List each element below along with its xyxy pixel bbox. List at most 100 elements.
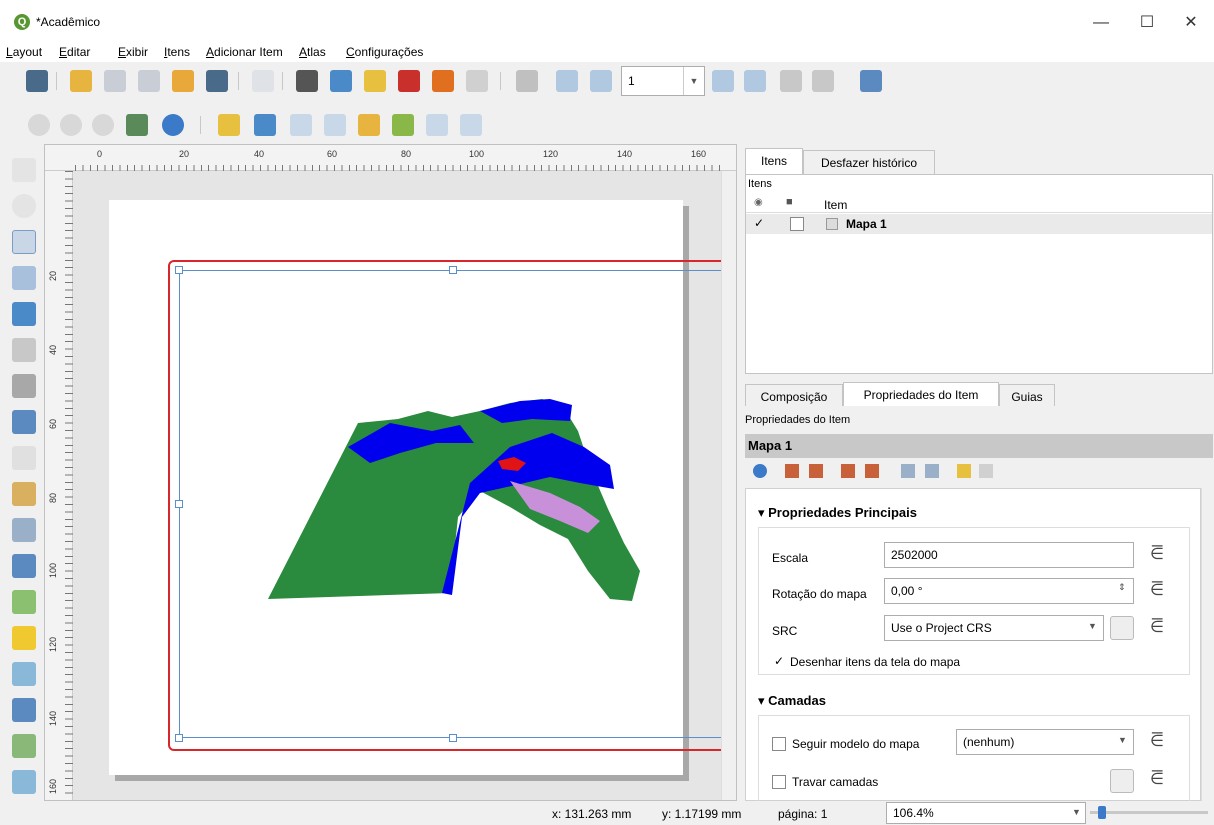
print-atlas-icon[interactable]	[780, 70, 802, 92]
add-polyline-icon[interactable]	[12, 662, 36, 686]
data-defined-icon[interactable]: ⋶	[1144, 580, 1170, 602]
export-svg-icon[interactable]	[364, 70, 386, 92]
undo-icon[interactable]	[432, 70, 454, 92]
save-template-icon[interactable]	[206, 70, 228, 92]
atlas-settings-icon[interactable]	[860, 70, 882, 92]
open-template-icon[interactable]	[172, 70, 194, 92]
refresh-icon[interactable]	[162, 114, 184, 136]
add-legend-icon[interactable]	[12, 482, 36, 506]
menu-configuracoes[interactable]: Configurações	[346, 45, 423, 59]
save-icon[interactable]	[26, 70, 48, 92]
group-items-icon[interactable]	[290, 114, 312, 136]
zoom-full-icon[interactable]	[126, 114, 148, 136]
label-settings-icon[interactable]	[957, 464, 971, 478]
chevron-down-icon[interactable]: ▼	[1072, 807, 1081, 817]
properties-scrollbar[interactable]	[1201, 488, 1213, 801]
zoom-tool-icon[interactable]	[12, 194, 36, 218]
data-defined-icon[interactable]: ⋶	[1144, 731, 1170, 753]
new-layout-icon[interactable]	[70, 70, 92, 92]
raise-items-icon[interactable]	[358, 114, 380, 136]
select-tool-icon[interactable]	[12, 230, 36, 254]
spinbox-arrows-icon[interactable]: ⇕	[1118, 582, 1126, 593]
visible-checkbox[interactable]: ✓	[752, 217, 766, 231]
first-feature-icon[interactable]	[556, 70, 578, 92]
duplicate-layout-icon[interactable]	[104, 70, 126, 92]
zoom-slider[interactable]	[1090, 811, 1208, 814]
move-content-icon[interactable]	[12, 266, 36, 290]
add-3d-map-icon[interactable]	[12, 374, 36, 398]
export-pdf-icon[interactable]	[398, 70, 420, 92]
zoom-combobox[interactable]: 106.4%	[886, 802, 1086, 824]
lock-items-icon[interactable]	[218, 114, 240, 136]
section-propriedades-principais[interactable]: ▾ Propriedades Principais	[758, 505, 917, 521]
chevron-down-icon[interactable]: ▼	[1088, 621, 1097, 631]
set-extent-icon[interactable]	[785, 464, 799, 478]
add-picture-icon[interactable]	[12, 410, 36, 434]
print-icon[interactable]	[296, 70, 318, 92]
maximize-button[interactable]: ☐	[1124, 8, 1170, 38]
table-row[interactable]: ✓ Mapa 1	[746, 214, 1212, 234]
distribute-items-icon[interactable]	[426, 114, 448, 136]
atlas-preview-icon[interactable]	[516, 70, 538, 92]
draw-items-checkbox[interactable]: ✓	[772, 655, 786, 669]
data-defined-icon[interactable]: ⋶	[1144, 617, 1170, 639]
edit-nodes-icon[interactable]	[12, 302, 36, 326]
set-scale-icon[interactable]	[841, 464, 855, 478]
vertical-scrollbar[interactable]	[721, 171, 736, 800]
zoom-in-icon[interactable]	[28, 114, 50, 136]
crs-select-icon[interactable]	[1110, 616, 1134, 640]
redo-icon[interactable]	[466, 70, 488, 92]
menu-adicionar-item[interactable]: Adicionar Item	[206, 45, 283, 59]
add-marker-icon[interactable]	[12, 626, 36, 650]
chevron-down-icon[interactable]: ▼	[1118, 735, 1127, 745]
view-scale-icon[interactable]	[865, 464, 879, 478]
add-map-icon[interactable]	[12, 338, 36, 362]
add-shape-icon[interactable]	[12, 590, 36, 614]
menu-layout[interactable]: Layout	[6, 45, 42, 59]
resize-items-icon[interactable]	[460, 114, 482, 136]
lock-checkbox[interactable]	[790, 217, 804, 231]
scale-input[interactable]: 2502000	[884, 542, 1134, 568]
add-north-arrow-icon[interactable]	[12, 554, 36, 578]
labeling-icon[interactable]	[925, 464, 939, 478]
theme-select[interactable]: (nenhum)	[956, 729, 1134, 755]
visibility-preset-icon[interactable]	[1110, 769, 1134, 793]
menu-atlas[interactable]: Atlas	[299, 45, 326, 59]
refresh-icon[interactable]	[753, 464, 767, 478]
add-label-icon[interactable]	[12, 446, 36, 470]
minimize-button[interactable]: —	[1078, 8, 1124, 38]
zoom-slider-handle[interactable]	[1098, 806, 1106, 819]
tab-itens[interactable]: Itens	[745, 148, 803, 176]
add-scalebar-icon[interactable]	[12, 518, 36, 542]
zoom-out-icon[interactable]	[60, 114, 82, 136]
layout-canvas[interactable]: 0 20 40 60 80 100 120 140 160 20 40 60 8…	[44, 144, 737, 801]
follow-theme-checkbox[interactable]	[772, 737, 786, 751]
add-table-icon[interactable]	[12, 770, 36, 794]
export-atlas-icon[interactable]	[812, 70, 834, 92]
previous-feature-icon[interactable]	[590, 70, 612, 92]
clipping-icon[interactable]	[979, 464, 993, 478]
pan-icon[interactable]	[12, 158, 36, 182]
unlock-items-icon[interactable]	[254, 114, 276, 136]
menu-exibir[interactable]: Exibir	[118, 45, 148, 59]
layout-page[interactable]	[109, 200, 735, 775]
export-image-icon[interactable]	[330, 70, 352, 92]
add-polygon-icon[interactable]	[12, 698, 36, 722]
next-feature-icon[interactable]	[712, 70, 734, 92]
tab-desfazer-historico[interactable]: Desfazer histórico	[803, 150, 935, 176]
ungroup-items-icon[interactable]	[324, 114, 346, 136]
view-extent-icon[interactable]	[809, 464, 823, 478]
data-defined-icon[interactable]: ⋶	[1144, 769, 1170, 791]
rotation-input[interactable]: 0,00 °	[884, 578, 1134, 604]
menu-editar[interactable]: Editar	[59, 45, 90, 59]
layout-manager-icon[interactable]	[138, 70, 160, 92]
last-feature-icon[interactable]	[744, 70, 766, 92]
menu-itens[interactable]: Itens	[164, 45, 190, 59]
data-defined-icon[interactable]: ⋶	[1144, 544, 1170, 566]
page-setup-icon[interactable]	[252, 70, 274, 92]
src-select[interactable]: Use o Project CRS	[884, 615, 1104, 641]
section-camadas[interactable]: ▾ Camadas	[758, 693, 826, 709]
align-items-icon[interactable]	[392, 114, 414, 136]
add-html-icon[interactable]	[12, 734, 36, 758]
zoom-100-icon[interactable]	[92, 114, 114, 136]
